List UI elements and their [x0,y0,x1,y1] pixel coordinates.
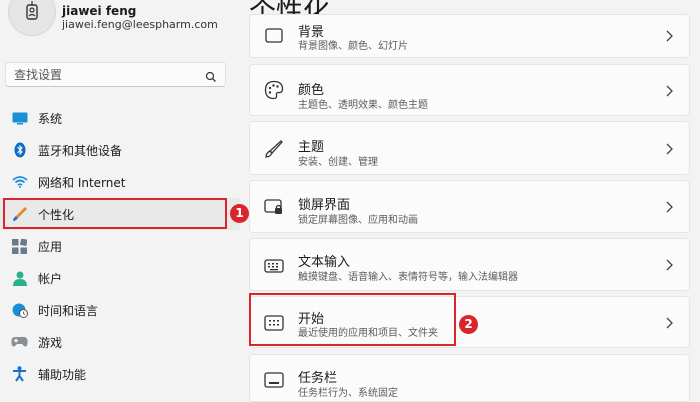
card-lock-screen[interactable]: 锁屏界面 锁定屏幕图像、应用和动画 [249,180,690,233]
search-input[interactable] [14,66,199,84]
nav-item-network[interactable]: 网络和 Internet [0,166,240,198]
card-subtitle: 触摸键盘、语音输入、表情符号等，输入法编辑器 [298,272,518,283]
card-subtitle: 安装、创建、管理 [298,157,378,168]
nav-label: 时间和语言 [38,304,99,318]
nav-label: 辅助功能 [38,368,87,382]
highlight-box-personalization [3,198,227,229]
card-subtitle: 背景图像、颜色、幻灯片 [298,41,408,52]
card-subtitle: 主题色、透明效果、颜色主题 [298,100,428,111]
chevron-right-icon [666,143,673,155]
card-subtitle: 锁定屏幕图像、应用和动画 [298,215,418,226]
nav-label: 系统 [38,112,63,126]
card-background[interactable]: 背景 背景图像、颜色、幻灯片 [249,14,690,58]
nav-item-accounts[interactable]: 帐户 [0,262,240,294]
highlight-box-start [249,293,456,346]
card-subtitle: 任务栏行为、系统固定 [298,388,398,399]
card-text-input[interactable]: 文本输入 触摸键盘、语音输入、表情符号等，输入法编辑器 [249,238,690,291]
nav-label: 蓝牙和其他设备 [38,144,123,158]
chevron-right-icon [666,201,673,213]
accessibility-icon [11,366,28,382]
wifi-icon [11,174,28,190]
avatar [8,0,56,36]
palette-icon [263,79,285,101]
user-name: jiawei feng [62,4,137,18]
search-icon[interactable] [205,68,217,87]
nav-item-accessibility[interactable]: 辅助功能 [0,358,240,390]
monitor-icon [11,110,28,126]
navigation-pane: jiawei feng jiawei.feng@leespharm.com 系统… [0,0,240,387]
keyboard-icon [263,255,285,277]
user-profile[interactable]: jiawei feng jiawei.feng@leespharm.com [8,0,240,44]
step-marker-2: 2 [459,315,478,334]
card-themes[interactable]: 主题 安装、创建、管理 [249,121,690,175]
gamepad-icon [11,334,28,350]
nav-label: 应用 [38,240,63,254]
apps-icon [11,238,28,254]
chevron-right-icon [666,259,673,271]
taskbar-icon [263,369,285,391]
nav-label: 帐户 [38,272,63,286]
nav-item-apps[interactable]: 应用 [0,230,240,262]
badge-icon [26,1,38,20]
nav-item-time-language[interactable]: 时间和语言 [0,294,240,326]
step-marker-1: 1 [230,204,249,223]
background-image-icon [263,25,285,47]
nav-list: 系统 蓝牙和其他设备 网络和 Internet 个性化 应用 帐户 时间和语言 … [0,102,240,390]
bluetooth-icon [11,142,28,158]
settings-search[interactable] [5,62,226,87]
nav-item-gaming[interactable]: 游戏 [0,326,240,358]
card-colors[interactable]: 颜色 主题色、透明效果、颜色主题 [249,64,690,116]
nav-label: 游戏 [38,336,63,350]
chevron-right-icon [666,30,673,42]
lock-screen-icon [263,196,285,218]
card-taskbar[interactable]: 任务栏 任务栏行为、系统固定 [249,354,690,402]
user-email: jiawei.feng@leespharm.com [62,18,218,31]
globe-clock-icon [11,302,28,318]
theme-brush-icon [263,138,285,160]
nav-item-system[interactable]: 系统 [0,102,240,134]
chevron-right-icon [666,85,673,97]
person-icon [11,270,28,286]
nav-item-bluetooth[interactable]: 蓝牙和其他设备 [0,134,240,166]
chevron-right-icon [666,317,673,329]
nav-label: 网络和 Internet [38,176,126,190]
